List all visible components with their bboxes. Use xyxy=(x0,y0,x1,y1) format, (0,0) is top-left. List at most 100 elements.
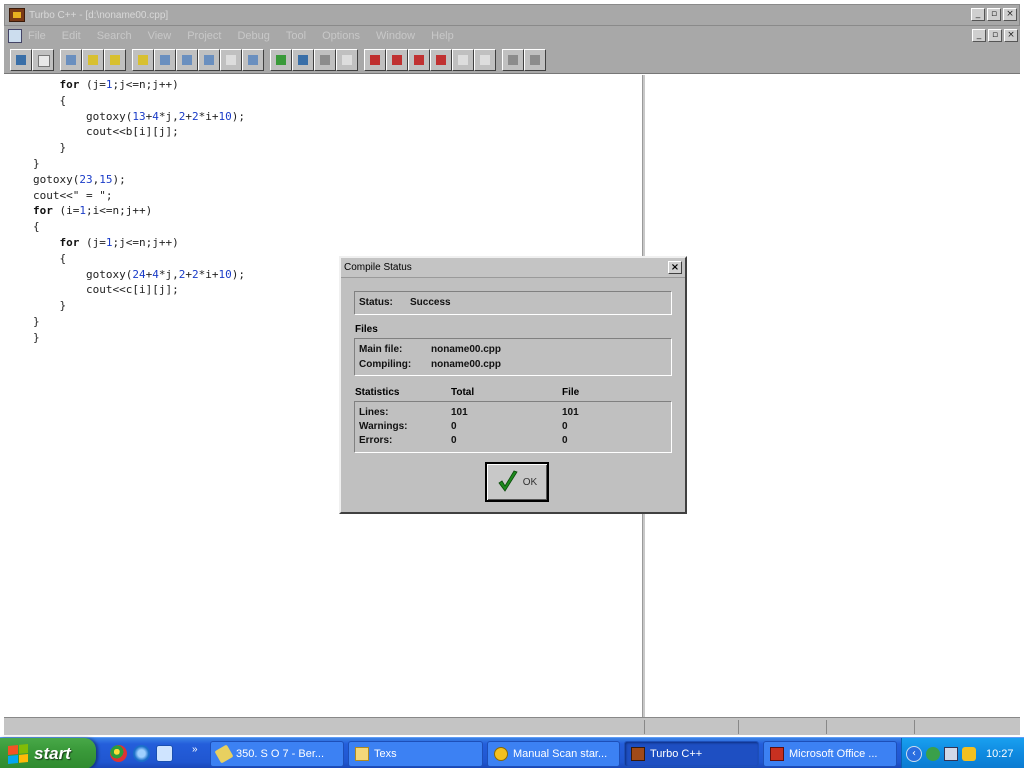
status-separator xyxy=(914,720,915,734)
menu-help[interactable]: Help xyxy=(431,30,454,42)
tile-windows-icon[interactable] xyxy=(524,48,546,71)
menu-debug[interactable]: Debug xyxy=(237,30,269,42)
dialog-close-button[interactable]: × xyxy=(668,261,682,274)
document-icon[interactable] xyxy=(8,29,22,43)
errors-file: 0 xyxy=(562,435,568,446)
code-line[interactable]: } xyxy=(33,314,245,330)
status-label: Status: xyxy=(359,297,393,308)
cut-tool-icon[interactable] xyxy=(292,48,314,71)
chrome-icon[interactable] xyxy=(110,745,127,762)
task-item[interactable]: Turbo C++ xyxy=(624,741,759,767)
show-hidden-icons-button[interactable]: ‹ xyxy=(906,745,922,762)
code-line[interactable]: for (j=1;j<=n;j++) xyxy=(33,77,245,93)
menu-options[interactable]: Options xyxy=(322,30,360,42)
search-again-icon[interactable] xyxy=(198,48,220,71)
toolbar-group-actions xyxy=(270,48,358,71)
errors-label: Errors: xyxy=(359,435,393,446)
compiling-value: noname00.cpp xyxy=(431,359,502,370)
code-line[interactable]: cout<<c[i][j]; xyxy=(33,282,245,298)
monitor-icon[interactable] xyxy=(944,746,958,761)
task-label: Turbo C++ xyxy=(650,748,703,760)
task-label: 350. S O 7 - Ber... xyxy=(236,748,325,760)
minimize-button[interactable]: _ xyxy=(971,8,985,21)
doc-restore-button[interactable]: ▫ xyxy=(988,29,1002,42)
code-line[interactable]: cout<<b[i][j]; xyxy=(33,124,245,140)
code-line[interactable]: gotoxy(13+4*j,2+2*i+10); xyxy=(33,109,245,125)
make-icon[interactable] xyxy=(386,48,408,71)
code-line[interactable]: { xyxy=(33,93,245,109)
shield-icon[interactable] xyxy=(962,746,976,761)
desktop: Turbo C++ - [d:\noname00.cpp] _ ▫ × File… xyxy=(0,0,1024,768)
turbo-cpp-icon xyxy=(631,747,645,761)
status-separator xyxy=(644,720,645,734)
folder-icon xyxy=(355,747,369,761)
task-item[interactable]: Microsoft Office ... xyxy=(763,741,897,767)
cut-icon[interactable] xyxy=(60,48,82,71)
paste-icon[interactable] xyxy=(104,48,126,71)
replace-icon[interactable] xyxy=(176,48,198,71)
quick-launch-more-icon[interactable]: » xyxy=(192,744,198,755)
main-file-label: Main file: xyxy=(359,344,403,355)
menu-tool[interactable]: Tool xyxy=(286,30,306,42)
toolbar xyxy=(4,46,1020,74)
checkmark-icon xyxy=(498,470,518,492)
code-line[interactable]: gotoxy(24+4*j,2+2*i+10); xyxy=(33,267,245,283)
debug-icon[interactable] xyxy=(452,48,474,71)
search-icon[interactable] xyxy=(132,48,154,71)
code-line[interactable]: { xyxy=(33,251,245,267)
antivirus-icon xyxy=(494,747,508,761)
help-icon[interactable] xyxy=(336,48,358,71)
copy-tool-icon[interactable] xyxy=(314,48,336,71)
show-desktop-icon[interactable] xyxy=(156,745,173,762)
open-icon[interactable] xyxy=(10,48,32,71)
task-item[interactable]: 350. S O 7 - Ber... xyxy=(210,741,344,767)
doc-close-button[interactable]: × xyxy=(1004,29,1018,42)
internet-explorer-icon[interactable] xyxy=(133,745,150,762)
title-bar[interactable]: Turbo C++ - [d:\noname00.cpp] _ ▫ × xyxy=(4,4,1020,26)
menu-edit[interactable]: Edit xyxy=(62,30,81,42)
compile-status-dialog: Compile Status × Status: Success Files M… xyxy=(339,256,687,514)
toolbar-group-build xyxy=(364,48,496,71)
goto-icon[interactable] xyxy=(220,48,242,71)
code-line[interactable]: } xyxy=(33,140,245,156)
compile-icon[interactable] xyxy=(364,48,386,71)
task-item[interactable]: Texs xyxy=(348,741,483,767)
window-controls: _ ▫ × xyxy=(971,8,1017,21)
code-line[interactable]: { xyxy=(33,219,245,235)
tile-icon[interactable] xyxy=(242,48,264,71)
turbo-cpp-app-icon[interactable] xyxy=(9,8,25,22)
menu-view[interactable]: View xyxy=(148,30,172,42)
code-line[interactable]: } xyxy=(33,298,245,314)
save-icon[interactable] xyxy=(32,48,54,71)
code-line[interactable]: } xyxy=(33,330,245,346)
network-icon[interactable] xyxy=(926,746,940,761)
dialog-title-bar[interactable]: Compile Status xyxy=(341,258,685,278)
code-line[interactable]: for (i=1;i<=n;j++) xyxy=(33,203,245,219)
task-label: Microsoft Office ... xyxy=(789,748,878,760)
undo-icon[interactable] xyxy=(270,48,292,71)
cascade-icon[interactable] xyxy=(502,48,524,71)
menu-window[interactable]: Window xyxy=(376,30,415,42)
run-icon[interactable] xyxy=(430,48,452,71)
menu-file[interactable]: File xyxy=(28,30,46,42)
clock[interactable]: 10:27 xyxy=(986,748,1014,760)
code-line[interactable]: for (j=1;j<=n;j++) xyxy=(33,235,245,251)
compiling-label: Compiling: xyxy=(359,359,412,370)
close-button[interactable]: × xyxy=(1003,8,1017,21)
restore-button[interactable]: ▫ xyxy=(987,8,1001,21)
menu-search[interactable]: Search xyxy=(97,30,132,42)
build-icon[interactable] xyxy=(408,48,430,71)
code-line[interactable]: } xyxy=(33,156,245,172)
code-text[interactable]: for (j=1;j<=n;j++) { gotoxy(13+4*j,2+2*i… xyxy=(33,77,245,346)
menu-project[interactable]: Project xyxy=(187,30,221,42)
find-icon[interactable] xyxy=(154,48,176,71)
task-item[interactable]: Manual Scan star... xyxy=(487,741,620,767)
copy-icon[interactable] xyxy=(82,48,104,71)
step-icon[interactable] xyxy=(474,48,496,71)
warnings-label: Warnings: xyxy=(359,421,408,432)
code-line[interactable]: cout<<" = "; xyxy=(33,188,245,204)
code-line[interactable]: gotoxy(23,15); xyxy=(33,172,245,188)
start-button[interactable]: start xyxy=(0,738,96,768)
doc-minimize-button[interactable]: _ xyxy=(972,29,986,42)
ok-button[interactable]: OK xyxy=(485,462,549,502)
